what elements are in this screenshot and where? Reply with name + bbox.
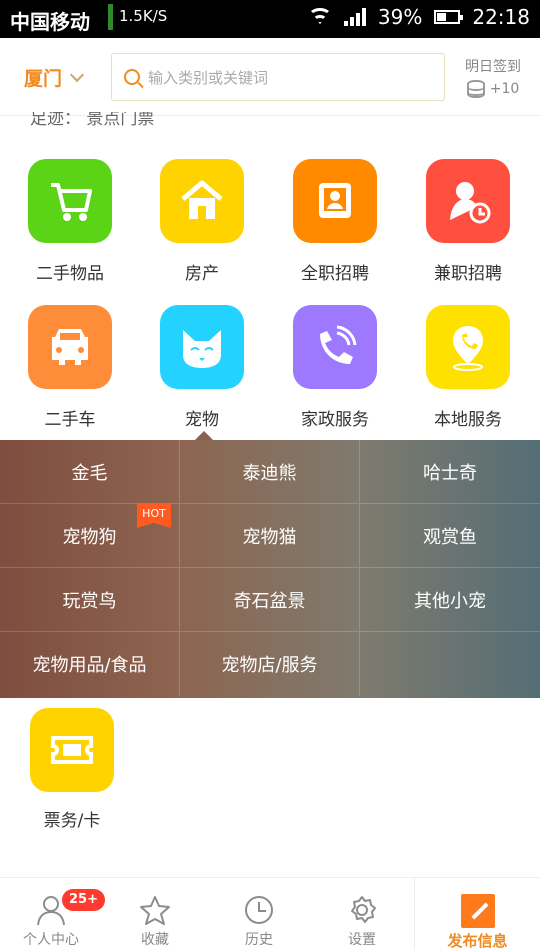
category-label: 宠物 [185, 410, 219, 430]
city-name: 厦门 [24, 68, 63, 90]
tab-favorites[interactable]: 收藏 [110, 894, 200, 949]
tab-history[interactable]: 历史 [214, 894, 304, 949]
coin-stack-icon [466, 80, 485, 98]
city-selector[interactable]: 厦门 [24, 64, 85, 91]
network-speed: 1.5K/S [108, 4, 173, 30]
battery-icon [434, 10, 464, 24]
category-label: 二手车 [44, 410, 96, 430]
search-placeholder: 输入类别或关键词 [148, 68, 269, 87]
pet-submenu: 金毛 泰迪熊 哈士奇 宠物狗 HOT 宠物猫 观赏鱼 玩赏鸟 奇石盆景 其他小宠… [0, 431, 540, 698]
category-tickets[interactable]: 票务/卡 [30, 708, 114, 831]
cart-icon [28, 159, 112, 243]
category-part-time-jobs[interactable]: 兼职招聘 [402, 159, 534, 284]
submenu-item-hot[interactable]: 宠物狗 HOT [0, 504, 180, 568]
publish-label: 发布信息 [447, 932, 508, 950]
category-label: 票务/卡 [43, 811, 101, 831]
signal-icon [343, 8, 366, 26]
tab-settings[interactable]: 设置 [317, 894, 407, 949]
search-input[interactable]: 输入类别或关键词 [111, 53, 445, 101]
submenu-item[interactable]: 宠物用品/食品 [0, 632, 180, 696]
top-bar: 厦门 输入类别或关键词 明日签到 +10 [0, 38, 540, 116]
chevron-down-icon [69, 67, 85, 82]
category-pets[interactable]: 宠物 [136, 305, 268, 430]
car-icon [28, 305, 112, 389]
category-label: 二手物品 [36, 264, 104, 284]
category-used-cars[interactable]: 二手车 [4, 305, 136, 430]
status-bar: 中国移动 1.5K/S 39% 22:18 [0, 0, 540, 38]
submenu-item-label: 宠物狗 [62, 526, 117, 548]
tab-label: 设置 [348, 932, 376, 948]
clock-time: 22:18 [472, 5, 530, 29]
sign-in-reward: +10 [489, 81, 520, 97]
phone-icon [293, 305, 377, 389]
submenu-item[interactable]: 玩赏鸟 [0, 568, 180, 632]
bottom-tab-bar: 个人中心 25+ 收藏 历史 设置 发布信息 [0, 877, 540, 950]
hot-badge: HOT [137, 504, 171, 528]
ticket-icon [30, 708, 114, 792]
submenu-item[interactable]: 宠物店/服务 [180, 632, 360, 696]
publish-button[interactable]: 发布信息 [414, 878, 540, 950]
category-full-time-jobs[interactable]: 全职招聘 [269, 159, 401, 284]
category-local-services[interactable]: 本地服务 [402, 305, 534, 430]
submenu-empty-cell [360, 632, 540, 696]
status-right: 39% 22:18 [307, 5, 530, 29]
battery-percent: 39% [377, 5, 423, 29]
category-used-goods[interactable]: 二手物品 [4, 159, 136, 284]
category-label: 兼职招聘 [434, 264, 502, 284]
tab-label: 收藏 [141, 932, 169, 948]
location-phone-icon [426, 305, 510, 389]
id-card-icon [293, 159, 377, 243]
sign-in-label: 明日签到 [465, 59, 521, 75]
cat-icon [160, 305, 244, 389]
clock-icon [243, 894, 275, 926]
submenu-item[interactable]: 其他小宠 [360, 568, 540, 632]
category-real-estate[interactable]: 房产 [136, 159, 268, 284]
tab-label: 历史 [245, 932, 273, 948]
submenu-item[interactable]: 宠物猫 [180, 504, 360, 568]
carrier-name: 中国移动 [10, 10, 90, 34]
category-housekeeping[interactable]: 家政服务 [269, 305, 401, 430]
submenu-item[interactable]: 泰迪熊 [180, 440, 360, 504]
star-icon [139, 894, 171, 926]
category-label: 全职招聘 [301, 264, 369, 284]
category-label: 房产 [185, 264, 219, 284]
tab-label: 个人中心 [23, 932, 79, 948]
sign-in-button[interactable]: 明日签到 +10 [458, 56, 528, 98]
footprint-text: 足迹： 景点门票 [30, 112, 155, 128]
footprint-bar: 足迹： 景点门票 [30, 112, 154, 128]
search-icon [124, 69, 140, 85]
house-icon [160, 159, 244, 243]
category-label: 本地服务 [434, 410, 502, 430]
submenu-item[interactable]: 金毛 [0, 440, 180, 504]
gear-icon [346, 894, 378, 926]
category-label: 家政服务 [301, 410, 369, 430]
submenu-item[interactable]: 哈士奇 [360, 440, 540, 504]
edit-icon [460, 894, 495, 928]
wifi-icon [307, 8, 332, 26]
submenu-item[interactable]: 奇石盆景 [180, 568, 360, 632]
notification-badge: 25+ [62, 889, 105, 911]
person-clock-icon [426, 159, 510, 243]
submenu-item[interactable]: 观赏鱼 [360, 504, 540, 568]
